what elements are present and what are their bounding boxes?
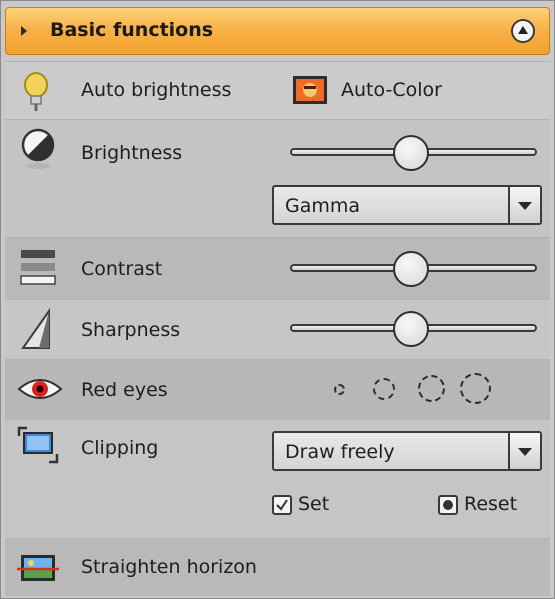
auto-brightness-row: Auto brightness Auto-Color <box>5 61 550 119</box>
clipping-mode-value: Draw freely <box>285 441 395 463</box>
auto-color-icon[interactable] <box>292 75 328 109</box>
panel-title: Basic functions <box>50 19 214 41</box>
brightness-slider-thumb[interactable] <box>393 135 429 171</box>
sharpness-label: Sharpness <box>81 319 181 341</box>
sharpness-slider[interactable] <box>290 311 537 347</box>
auto-brightness-label[interactable]: Auto brightness <box>81 79 231 101</box>
brush-size-small[interactable] <box>334 384 345 395</box>
sharpness-row: Sharpness <box>5 299 550 359</box>
contrast-row: Contrast <box>5 237 550 299</box>
brightness-mode-dropdown[interactable]: Gamma <box>272 185 542 225</box>
clipping-row: Clipping Draw freely Set Reset <box>5 419 550 538</box>
clipping-label: Clipping <box>81 437 159 459</box>
red-eyes-row: Red eyes <box>5 359 550 419</box>
reset-icon[interactable] <box>438 495 458 515</box>
clipping-icon[interactable] <box>17 426 59 468</box>
sharpness-icon <box>19 307 55 356</box>
auto-color-label[interactable]: Auto-Color <box>341 79 442 101</box>
brush-size-large[interactable] <box>418 375 445 402</box>
contrast-icon <box>19 248 57 292</box>
straighten-horizon-row: Straighten horizon <box>5 538 550 596</box>
collapse-button[interactable] <box>511 19 535 43</box>
set-checkbox[interactable] <box>272 495 292 515</box>
chevron-down-icon[interactable] <box>508 187 540 223</box>
brush-size-medium[interactable] <box>373 378 395 400</box>
brightness-mode-value: Gamma <box>285 195 361 217</box>
basic-functions-panel: Basic functions Auto brightness Auto-Col… <box>0 0 555 599</box>
straighten-horizon-label[interactable]: Straighten horizon <box>81 556 257 578</box>
contrast-slider-thumb[interactable] <box>393 251 429 287</box>
set-label[interactable]: Set <box>298 493 329 515</box>
expand-arrow-icon[interactable] <box>21 26 27 36</box>
straighten-horizon-icon[interactable] <box>17 553 59 589</box>
reset-label[interactable]: Reset <box>464 493 517 515</box>
brightness-label: Brightness <box>81 142 183 164</box>
contrast-label: Contrast <box>81 258 163 280</box>
panel-header[interactable]: Basic functions <box>5 7 550 55</box>
clipping-mode-dropdown[interactable]: Draw freely <box>272 431 542 471</box>
brightness-slider[interactable] <box>290 135 537 171</box>
brightness-icon <box>19 128 57 176</box>
red-eyes-label: Red eyes <box>81 379 168 401</box>
contrast-slider[interactable] <box>290 251 537 287</box>
brightness-row: Brightness Gamma <box>5 119 550 237</box>
brush-size-xlarge[interactable] <box>460 373 491 404</box>
chevron-down-icon[interactable] <box>508 433 540 469</box>
light-bulb-icon[interactable] <box>19 70 53 118</box>
eye-icon[interactable] <box>17 375 63 407</box>
sharpness-slider-thumb[interactable] <box>393 311 429 347</box>
